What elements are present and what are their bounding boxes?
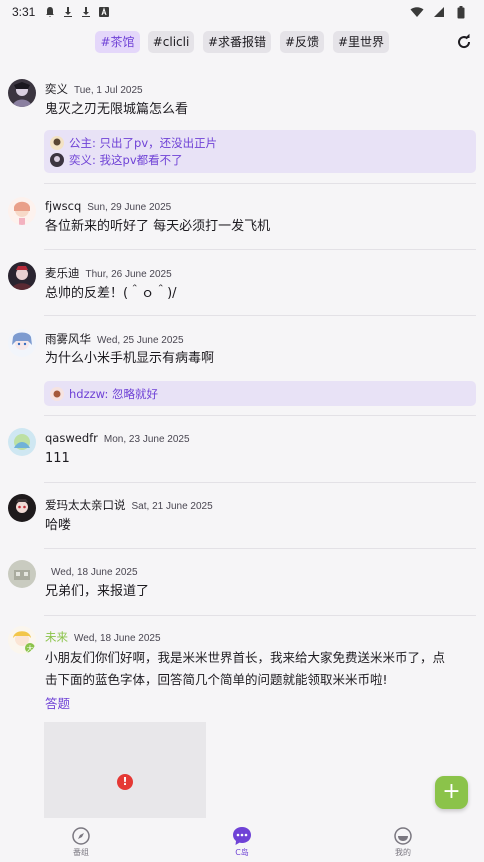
divider bbox=[44, 548, 476, 549]
tag-inner-world[interactable]: #里世界 bbox=[333, 31, 389, 53]
post-date: Thur, 26 June 2025 bbox=[85, 269, 172, 280]
divider bbox=[44, 415, 476, 416]
reply-item[interactable]: hdzzw: 忽略就好 bbox=[50, 385, 470, 402]
nav-item-fanzu[interactable]: 番组 bbox=[51, 826, 111, 858]
avatar[interactable] bbox=[8, 79, 36, 107]
wifi-icon bbox=[410, 5, 424, 19]
tag-bug-report[interactable]: #求番报错 bbox=[203, 31, 271, 53]
status-time: 3:31 bbox=[12, 5, 36, 19]
post-content: 为什么小米手机显示有病毒啊 bbox=[45, 351, 215, 366]
tag-feedback[interactable]: #反馈 bbox=[280, 31, 324, 53]
download-icon bbox=[61, 5, 75, 19]
post-image[interactable]: ! bbox=[44, 722, 206, 818]
nav-label: 我的 bbox=[395, 848, 411, 857]
a-icon bbox=[97, 5, 111, 19]
nav-label: C岛 bbox=[235, 848, 249, 857]
post-content: 总帅的反差！(＾ｏ＾)/ bbox=[45, 286, 177, 301]
status-bar: 3:31 bbox=[0, 0, 484, 24]
post-content: 鬼灭之刃无限城篇怎么看 bbox=[45, 102, 189, 117]
reply-avatar bbox=[50, 386, 64, 401]
nav-item-mine[interactable]: 我的 bbox=[373, 826, 433, 858]
post-username[interactable]: 麦乐迪 bbox=[45, 266, 80, 280]
error-icon: ! bbox=[117, 774, 133, 790]
tag-chaguan[interactable]: #茶馆 bbox=[95, 31, 140, 53]
post-date: Mon, 23 June 2025 bbox=[103, 434, 190, 445]
post-username[interactable]: 奕义 bbox=[45, 82, 68, 96]
reply-text: 公主: 只出了pv，还没出正片 bbox=[69, 135, 218, 150]
nav-item-cdao[interactable]: C岛 bbox=[212, 826, 272, 858]
post-username[interactable]: 未来 bbox=[45, 630, 68, 644]
post-username[interactable]: 雨雾风华 bbox=[45, 332, 91, 346]
divider bbox=[44, 615, 476, 616]
post-content: 各位新来的听好了 每天必须打一发飞机 bbox=[45, 219, 271, 234]
avatar[interactable]: 大 bbox=[8, 626, 36, 654]
bottom-nav: 番组 C岛 我的 bbox=[0, 818, 484, 862]
post-date: Wed, 18 June 2025 bbox=[74, 633, 161, 644]
notification-icon bbox=[43, 5, 57, 19]
battery-icon bbox=[454, 5, 468, 19]
post-content: 哈喽 bbox=[45, 518, 72, 533]
avatar[interactable] bbox=[8, 428, 36, 456]
svg-text:大: 大 bbox=[27, 644, 34, 653]
avatar[interactable] bbox=[8, 262, 36, 290]
tag-bar: #茶馆 #clicli #求番报错 #反馈 #里世界 bbox=[0, 31, 484, 55]
post-content: 兄弟们，来报道了 bbox=[45, 584, 150, 599]
answer-link[interactable]: 答题 bbox=[45, 693, 70, 712]
chat-icon bbox=[232, 826, 252, 846]
post-date: Sat, 21 June 2025 bbox=[131, 501, 213, 512]
post-content-line: 击下面的蓝色字体，回答简几个简单的问题就能领取米米币啦! bbox=[45, 672, 388, 687]
avatar[interactable] bbox=[8, 197, 36, 225]
signal-icon bbox=[432, 5, 446, 19]
post-content-line: 小朋友们你们好啊，我是米米世界首长，我来给大家免费送米米币了，点 bbox=[45, 650, 446, 665]
replies-box[interactable]: 公主: 只出了pv，还没出正片 奕义: 我这pv都看不了 bbox=[44, 130, 476, 173]
reply-item[interactable]: 奕义: 我这pv都看不了 bbox=[50, 151, 470, 168]
reply-item[interactable]: 公主: 只出了pv，还没出正片 bbox=[50, 134, 470, 151]
download-icon bbox=[79, 5, 93, 19]
avatar[interactable] bbox=[8, 560, 36, 588]
add-post-button[interactable]: + bbox=[435, 776, 468, 809]
post-username[interactable]: 爱玛太太亲口说 bbox=[45, 498, 126, 512]
post-date: Tue, 1 Jul 2025 bbox=[74, 85, 143, 96]
divider bbox=[44, 482, 476, 483]
compass-icon bbox=[71, 826, 91, 846]
avatar[interactable] bbox=[8, 494, 36, 522]
replies-box[interactable]: hdzzw: 忽略就好 bbox=[44, 381, 476, 406]
divider bbox=[44, 183, 476, 184]
profile-icon bbox=[393, 826, 413, 846]
post-date: Sun, 29 June 2025 bbox=[87, 202, 172, 213]
nav-label: 番组 bbox=[73, 848, 89, 857]
divider bbox=[44, 249, 476, 250]
avatar[interactable] bbox=[8, 329, 36, 357]
reply-avatar bbox=[50, 135, 64, 150]
post-username[interactable]: qaswedfr bbox=[45, 431, 98, 445]
reply-avatar bbox=[50, 152, 64, 167]
reply-text: 奕义: 我这pv都看不了 bbox=[69, 152, 183, 167]
post-username[interactable]: fjwscq bbox=[45, 199, 81, 213]
refresh-icon[interactable] bbox=[455, 33, 473, 51]
post-feed[interactable]: 奕义 Tue, 1 Jul 2025 鬼灭之刃无限城篇怎么看 公主: 只出了pv，… bbox=[0, 66, 484, 818]
post-content: 111 bbox=[45, 451, 70, 466]
post-date: Wed, 18 June 2025 bbox=[51, 567, 138, 578]
reply-text: hdzzw: 忽略就好 bbox=[69, 386, 158, 401]
divider bbox=[44, 315, 476, 316]
post-date: Wed, 25 June 2025 bbox=[97, 335, 184, 346]
tag-clicli[interactable]: #clicli bbox=[148, 31, 194, 53]
post-content: 小朋友们你们好啊，我是米米世界首长，我来给大家免费送米米币了，点 击下面的蓝色字… bbox=[45, 647, 475, 691]
